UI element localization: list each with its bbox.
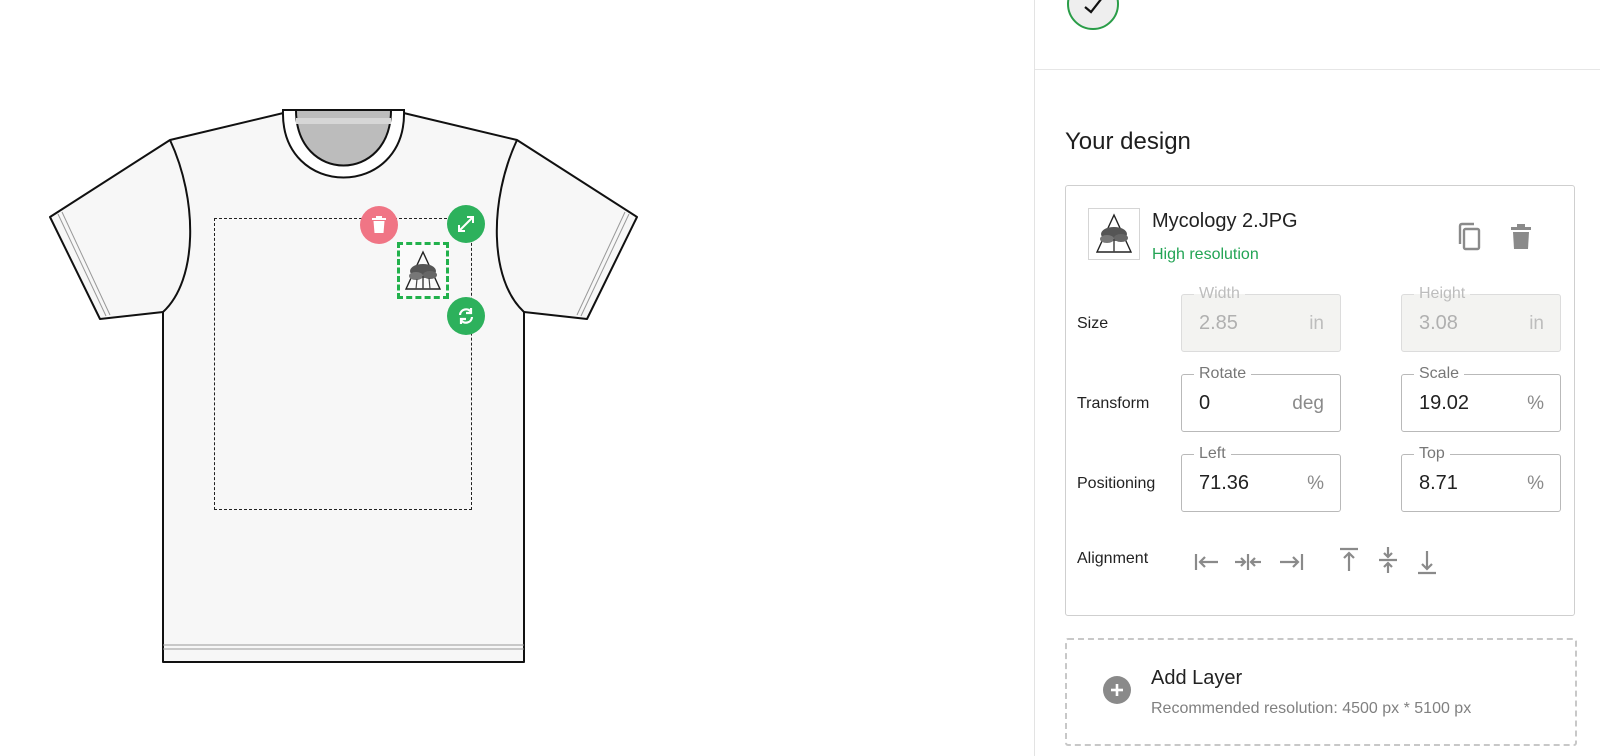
add-layer-title: Add Layer	[1151, 667, 1243, 689]
width-unit: in	[1309, 313, 1324, 334]
add-layer-subtitle: Recommended resolution: 4500 px * 5100 p…	[1151, 700, 1472, 717]
width-legend: Width	[1194, 284, 1245, 304]
layer-file-name: Mycology 2.JPG	[1152, 210, 1298, 232]
design-panel: Your design Mycology 2.JPG High resoluti…	[1034, 0, 1600, 756]
top-field[interactable]: Top 8.71 %	[1401, 444, 1561, 512]
align-center-horizontal-button[interactable]	[1232, 546, 1264, 578]
width-field: Width 2.85 in	[1181, 284, 1341, 352]
align-bottom-button[interactable]	[1411, 546, 1443, 578]
divider	[1035, 69, 1600, 70]
scale-field[interactable]: Scale 19.02 %	[1401, 364, 1561, 432]
scale-legend: Scale	[1414, 364, 1465, 384]
delete-layer-handle[interactable]	[360, 206, 398, 244]
mushroom-thumbnail-icon	[1095, 213, 1133, 253]
rotate-field[interactable]: Rotate 0 deg	[1181, 364, 1341, 432]
align-top-button[interactable]	[1333, 544, 1365, 576]
plus-circle-icon	[1103, 676, 1131, 704]
rotate-unit: deg	[1292, 393, 1324, 414]
left-value[interactable]: 71.36	[1199, 472, 1249, 495]
layer-thumbnail	[1088, 208, 1140, 260]
rotate-value[interactable]: 0	[1199, 392, 1210, 415]
left-unit: %	[1307, 473, 1324, 494]
align-center-horizontal-icon	[1235, 554, 1261, 570]
resize-handle[interactable]	[447, 205, 485, 243]
top-legend: Top	[1414, 444, 1450, 464]
tshirt-mockup	[49, 109, 638, 663]
selected-color-swatch[interactable]	[1067, 0, 1119, 30]
align-left-button[interactable]	[1191, 546, 1223, 578]
delete-layer-button[interactable]	[1506, 220, 1536, 254]
align-right-button[interactable]	[1275, 546, 1307, 578]
scale-value[interactable]: 19.02	[1419, 392, 1469, 415]
align-top-icon	[1340, 547, 1358, 571]
resolution-status: High resolution	[1152, 246, 1259, 263]
duplicate-layer-button[interactable]	[1454, 220, 1484, 254]
rotate-icon	[458, 308, 474, 324]
height-value: 3.08	[1419, 312, 1458, 334]
top-unit: %	[1527, 473, 1544, 494]
align-right-icon	[1280, 554, 1304, 570]
align-center-vertical-icon	[1379, 547, 1397, 573]
mushroom-artwork-icon	[404, 249, 442, 290]
transform-label: Transform	[1077, 395, 1150, 412]
trash-icon	[1511, 224, 1531, 249]
align-bottom-icon	[1418, 551, 1436, 575]
top-value[interactable]: 8.71	[1419, 472, 1458, 495]
expand-icon	[458, 216, 474, 232]
height-unit: in	[1529, 313, 1544, 334]
design-canvas	[0, 0, 1014, 756]
trash-icon	[372, 216, 386, 233]
positioning-label: Positioning	[1077, 475, 1156, 492]
layer-card: Mycology 2.JPG High resolution Size Widt…	[1065, 185, 1575, 616]
left-field[interactable]: Left 71.36 %	[1181, 444, 1341, 512]
align-left-icon	[1194, 554, 1218, 570]
alignment-label: Alignment	[1077, 550, 1149, 567]
height-field: Height 3.08 in	[1401, 284, 1561, 352]
check-icon	[1084, 0, 1102, 14]
height-legend: Height	[1414, 284, 1471, 304]
copy-icon	[1458, 222, 1481, 251]
width-value: 2.85	[1199, 312, 1238, 334]
scale-unit: %	[1527, 393, 1544, 414]
rotate-legend: Rotate	[1194, 364, 1252, 384]
align-center-vertical-button[interactable]	[1372, 544, 1404, 576]
rotate-handle[interactable]	[447, 297, 485, 335]
add-layer-button[interactable]: Add Layer Recommended resolution: 4500 p…	[1065, 638, 1577, 746]
design-layer-selection[interactable]	[397, 242, 449, 299]
size-label: Size	[1077, 315, 1109, 332]
panel-title: Your design	[1065, 128, 1191, 155]
left-legend: Left	[1194, 444, 1231, 464]
